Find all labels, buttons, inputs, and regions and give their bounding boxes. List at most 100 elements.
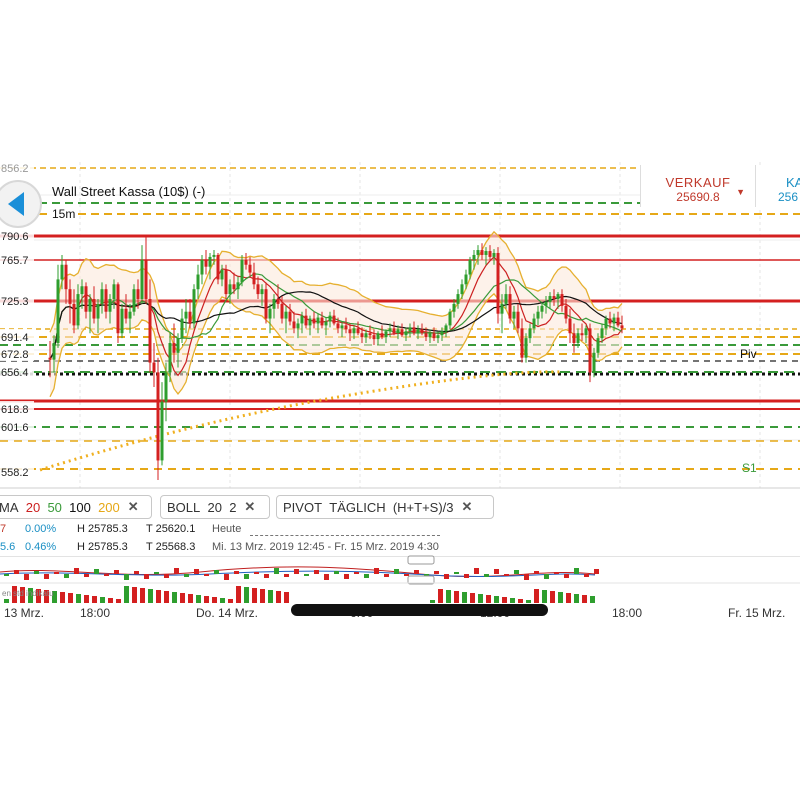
volume-bar — [550, 591, 555, 603]
osc-bar — [44, 574, 49, 579]
osc-bar — [54, 572, 59, 574]
boll-deviation: 2 — [229, 500, 236, 515]
candle-body — [265, 289, 268, 318]
price-label: 618.8 — [1, 404, 29, 416]
osc-bar — [384, 574, 389, 577]
candle-body — [341, 325, 344, 328]
candle-body — [465, 275, 468, 285]
osc-bar — [354, 572, 359, 574]
volume-bar — [462, 592, 467, 603]
volume-bar — [252, 588, 257, 603]
candle-body — [61, 265, 64, 280]
volume-bar — [534, 589, 539, 603]
pivot-indicator-chip[interactable]: PIVOT TÄGLICH (H+T+S)/3 ✕ — [276, 495, 494, 519]
candle-body — [201, 260, 204, 275]
candle-body — [361, 333, 364, 337]
osc-bar — [554, 572, 559, 574]
price-chart[interactable]: 856.2790.6765.7725.3691.4672.8656.4618.8… — [0, 0, 800, 800]
candle-body — [461, 284, 464, 294]
candle-body — [485, 251, 488, 255]
volume-bar — [124, 586, 129, 603]
osc-bar — [564, 574, 569, 578]
candle-body — [537, 312, 540, 319]
candle-body — [233, 284, 236, 289]
candle-body — [365, 333, 368, 337]
s1-label: S1 — [742, 461, 757, 475]
osc-bar — [244, 574, 249, 579]
candle-body — [325, 321, 328, 325]
sell-button[interactable]: VERKAUF 25690.8 ▼ — [640, 165, 756, 207]
volume-bar — [502, 597, 507, 603]
candle-body — [521, 328, 524, 357]
volume-bar — [172, 592, 177, 603]
price-label: 856.2 — [1, 163, 29, 175]
candle-body — [497, 253, 500, 314]
osc-bar — [84, 574, 89, 577]
candle-body — [137, 289, 140, 299]
osc-bar — [264, 574, 269, 578]
candle-body — [85, 286, 88, 311]
candle-body — [477, 250, 480, 255]
candle-body — [77, 294, 80, 325]
candle-body — [373, 335, 376, 339]
timeframe-label[interactable]: 15m — [52, 207, 75, 221]
candle-body — [189, 312, 192, 324]
ma-indicator-chip[interactable]: MA 20 50 100 200 ✕ — [0, 495, 152, 519]
osc-bar — [214, 570, 219, 574]
remove-pivot-icon[interactable]: ✕ — [462, 499, 473, 515]
pane-border — [0, 556, 800, 557]
osc-bar — [464, 574, 469, 578]
candle-body — [473, 255, 476, 260]
candle-body — [513, 312, 516, 319]
buy-button[interactable]: KA 256 — [756, 165, 800, 207]
candle-body — [101, 289, 104, 304]
candle-body — [353, 328, 356, 333]
candle-body — [489, 251, 492, 257]
candle-body — [261, 289, 264, 294]
volume-bar — [140, 588, 145, 603]
osc-bar — [584, 574, 589, 577]
candle-body — [181, 319, 184, 339]
candle-body — [133, 289, 136, 312]
candle-body — [109, 299, 112, 312]
candle-body — [329, 316, 332, 322]
candle-body — [73, 304, 76, 326]
remove-boll-icon[interactable]: ✕ — [244, 499, 255, 515]
candle-body — [617, 318, 620, 326]
boll-indicator-chip[interactable]: BOLL 20 2 ✕ — [160, 495, 270, 519]
home-indicator[interactable] — [291, 604, 548, 616]
pivot-label: Piv — [740, 347, 757, 361]
candle-body — [161, 402, 164, 461]
x-tick-18-00-a: 18:00 — [80, 606, 110, 620]
volume-bar — [590, 596, 595, 603]
chart-stage: 856.2790.6765.7725.3691.4672.8656.4618.8… — [0, 0, 800, 800]
candle-body — [613, 318, 616, 324]
osc-bar — [444, 574, 449, 579]
back-button[interactable] — [0, 180, 42, 228]
x-tick-14-mrz: Do. 14 Mrz. — [196, 606, 258, 620]
arrow-left-icon — [0, 182, 40, 226]
pivot-formula: (H+T+S)/3 — [393, 500, 454, 515]
osc-bar — [194, 569, 199, 574]
volume-bar — [76, 594, 81, 603]
remove-ma-icon[interactable]: ✕ — [128, 499, 139, 515]
candle-body — [125, 309, 128, 319]
candle-body — [417, 329, 420, 333]
candle-body — [149, 299, 152, 363]
candle-body — [525, 338, 528, 358]
x-tick-18-00-b: 18:00 — [612, 606, 642, 620]
osc-bar — [574, 568, 579, 574]
candle-body — [289, 312, 292, 322]
osc-bar — [124, 574, 129, 580]
osc-bar — [514, 570, 519, 574]
candle-body — [169, 343, 172, 372]
candle-body — [349, 329, 352, 333]
osc-bar — [324, 574, 329, 580]
candle-body — [469, 260, 472, 275]
candle-body — [421, 329, 424, 333]
volume-bar — [4, 599, 9, 603]
candle-body — [57, 279, 60, 343]
volume-bar — [164, 591, 169, 603]
candle-body — [397, 329, 400, 333]
osc-bar — [144, 574, 149, 579]
